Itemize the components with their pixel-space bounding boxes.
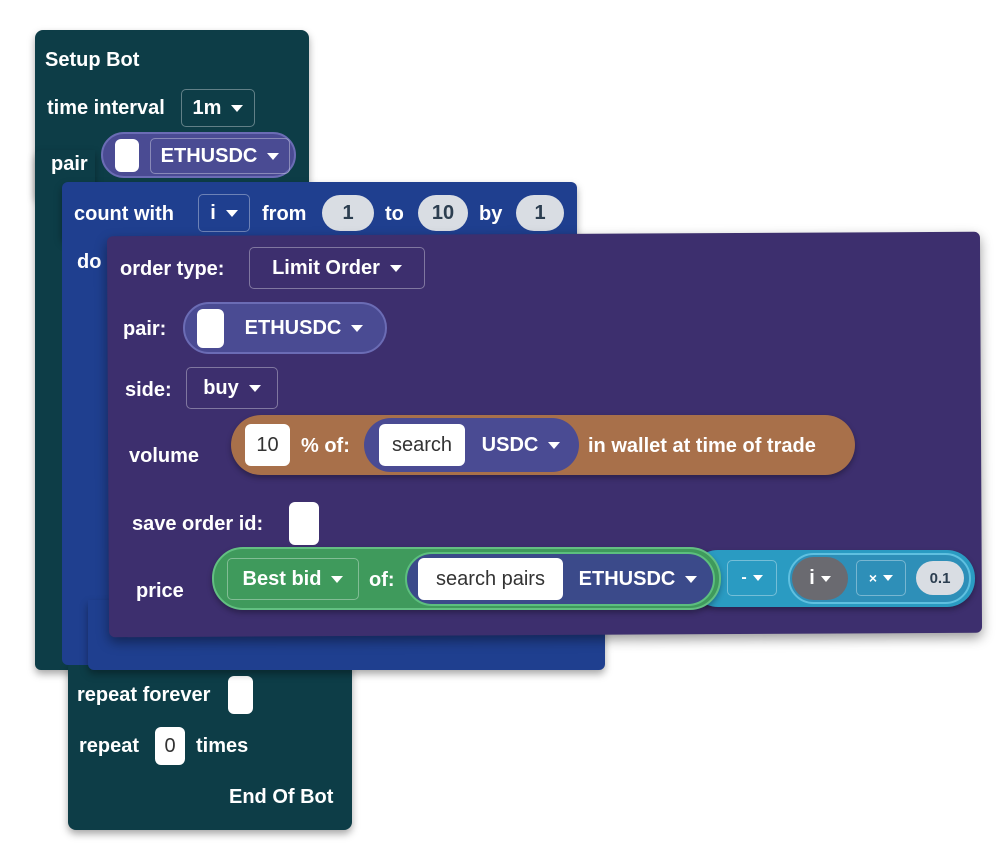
repeat-forever-input[interactable] <box>228 676 253 714</box>
order-pair-value: ETHUSDC <box>244 316 342 339</box>
to-value: 10 <box>431 201 455 224</box>
do-label: do <box>77 251 102 273</box>
chevron-down-icon <box>225 209 238 217</box>
search-pairs-placeholder: search pairs <box>436 567 545 590</box>
repeat-forever-label: repeat forever <box>77 684 211 706</box>
chevron-down-icon <box>331 575 344 583</box>
chevron-down-icon <box>267 152 280 160</box>
setup-pair-dropdown[interactable]: ETHUSDC <box>150 138 290 174</box>
by-value: 1 <box>534 201 546 224</box>
price-label: price <box>136 580 184 602</box>
pair-label: pair <box>51 153 88 175</box>
end-of-bot-label: End Of Bot <box>229 786 334 808</box>
setup-pair-value: ETHUSDC <box>160 144 258 167</box>
currency-value: USDC <box>481 433 539 456</box>
chevron-down-icon <box>548 441 561 449</box>
count-var-dropdown[interactable]: i <box>198 194 250 232</box>
count-var-value: i <box>210 201 216 224</box>
var-i-dropdown[interactable]: i <box>796 561 844 596</box>
order-pair-input[interactable] <box>197 309 224 348</box>
time-interval-value: 1m <box>192 96 222 119</box>
to-input[interactable]: 10 <box>418 195 468 231</box>
var-i-value: i <box>809 567 815 589</box>
by-input[interactable]: 1 <box>516 195 564 231</box>
time-interval-label: time interval <box>47 97 165 119</box>
chevron-down-icon <box>248 384 261 392</box>
time-interval-dropdown[interactable]: 1m <box>181 89 255 127</box>
currency-search-input[interactable]: search <box>379 424 465 466</box>
order-pair-label: pair: <box>123 318 167 340</box>
count-with-body <box>62 225 112 665</box>
percent-of-label: % of: <box>301 435 350 457</box>
chevron-down-icon <box>351 324 364 332</box>
price-pair-dropdown[interactable]: ETHUSDC <box>568 561 708 597</box>
side-dropdown[interactable]: buy <box>186 367 278 409</box>
chevron-down-icon <box>231 104 244 112</box>
of-label: of: <box>369 569 395 591</box>
order-type-label: order type: <box>120 258 225 280</box>
repeat-label: repeat <box>79 735 140 757</box>
count-with-label: count with <box>74 203 174 225</box>
order-type-value: Limit Order <box>272 256 380 279</box>
chevron-down-icon <box>685 575 698 583</box>
setup-bot-title: Setup Bot <box>45 49 140 71</box>
save-order-id-label: save order id: <box>132 513 264 535</box>
side-label: side: <box>125 379 172 401</box>
save-order-id-input[interactable] <box>289 502 319 545</box>
best-bid-dropdown[interactable]: Best bid <box>227 558 359 600</box>
by-label: by <box>479 203 503 225</box>
times-label: times <box>196 735 249 757</box>
from-input[interactable]: 1 <box>322 195 374 231</box>
chevron-down-icon <box>389 264 402 272</box>
chevron-down-icon <box>820 575 831 582</box>
times-op-dropdown[interactable]: × <box>856 560 906 596</box>
order-type-dropdown[interactable]: Limit Order <box>249 247 425 289</box>
chevron-down-icon <box>883 575 894 581</box>
chevron-down-icon <box>752 575 763 581</box>
from-value: 1 <box>342 201 354 224</box>
repeat-count-value: 0 <box>164 734 176 757</box>
order-pair-dropdown[interactable]: ETHUSDC <box>230 310 378 346</box>
wallet-text: in wallet at time of trade <box>588 435 816 457</box>
volume-value: 10 <box>256 433 279 456</box>
search-pairs-input[interactable]: search pairs <box>418 558 563 600</box>
multiplier-value: 0.1 <box>929 569 951 587</box>
volume-label: volume <box>129 445 200 467</box>
best-bid-value: Best bid <box>242 567 322 590</box>
multiplier-input[interactable]: 0.1 <box>916 561 964 595</box>
currency-search-placeholder: search <box>391 433 453 456</box>
price-pair-value: ETHUSDC <box>578 567 676 590</box>
setup-pair-input[interactable] <box>115 139 139 172</box>
volume-input[interactable]: 10 <box>245 424 290 466</box>
repeat-count-input[interactable]: 0 <box>155 727 185 765</box>
side-value: buy <box>203 376 239 399</box>
currency-dropdown[interactable]: USDC <box>471 426 571 464</box>
from-label: from <box>262 203 307 225</box>
times-op-value: × <box>868 570 878 586</box>
minus-op-value: - <box>741 569 747 586</box>
minus-op-dropdown[interactable]: - <box>727 560 777 596</box>
to-label: to <box>385 203 404 225</box>
